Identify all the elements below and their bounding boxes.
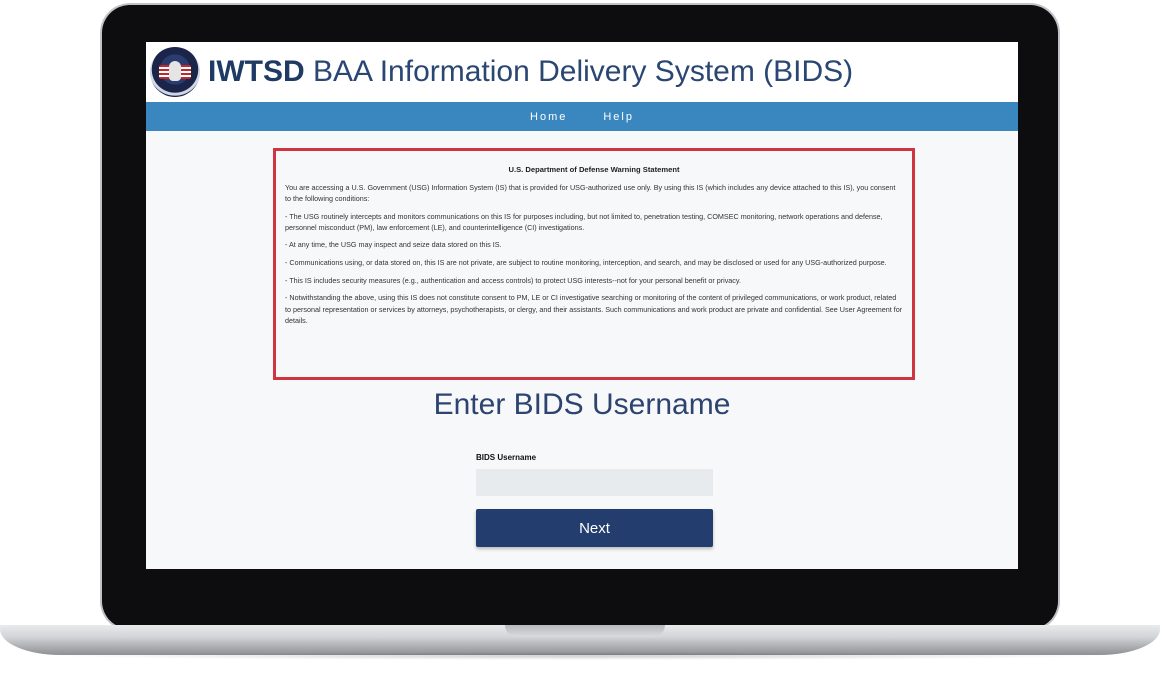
- warning-paragraph: - Communications using, or data stored o…: [285, 258, 887, 268]
- warning-paragraph: - This IS includes security measures (e.…: [285, 275, 741, 285]
- warning-paragraph: You are accessing a U.S. Government (USG…: [285, 182, 896, 203]
- laptop-bezel: IWTSD BAA Information Delivery System (B…: [102, 5, 1058, 629]
- next-button[interactable]: Next: [476, 509, 713, 547]
- warning-paragraph: - At any time, the USG may inspect and s…: [285, 240, 502, 250]
- warning-heading: U.S. Department of Defense Warning State…: [508, 165, 680, 174]
- main-nav: Home Help: [146, 102, 1018, 131]
- page-title-acronym: IWTSD: [208, 55, 305, 88]
- laptop-shadow: [40, 652, 1120, 660]
- page-title: IWTSD BAA Information Delivery System (B…: [208, 55, 853, 89]
- agency-seal-icon: [150, 47, 200, 97]
- warning-paragraph: - Notwithstanding the above, using this …: [285, 293, 903, 325]
- dod-warning-statement: U.S. Department of Defense Warning State…: [273, 148, 915, 380]
- browser-viewport: IWTSD BAA Information Delivery System (B…: [146, 42, 1018, 569]
- page-title-rest: BAA Information Delivery System (BIDS): [313, 55, 854, 88]
- username-input[interactable]: [476, 469, 713, 496]
- laptop-opening-notch: [505, 625, 665, 637]
- warning-paragraph: - The USG routinely intercepts and monit…: [285, 211, 883, 232]
- form-title: Enter BIDS Username: [433, 388, 731, 421]
- nav-help-link[interactable]: Help: [603, 111, 634, 123]
- nav-home-link[interactable]: Home: [530, 111, 567, 123]
- username-label: BIDS Username: [476, 453, 537, 462]
- laptop-lid: IWTSD BAA Information Delivery System (B…: [100, 3, 1060, 631]
- page-header: IWTSD BAA Information Delivery System (B…: [146, 42, 1018, 102]
